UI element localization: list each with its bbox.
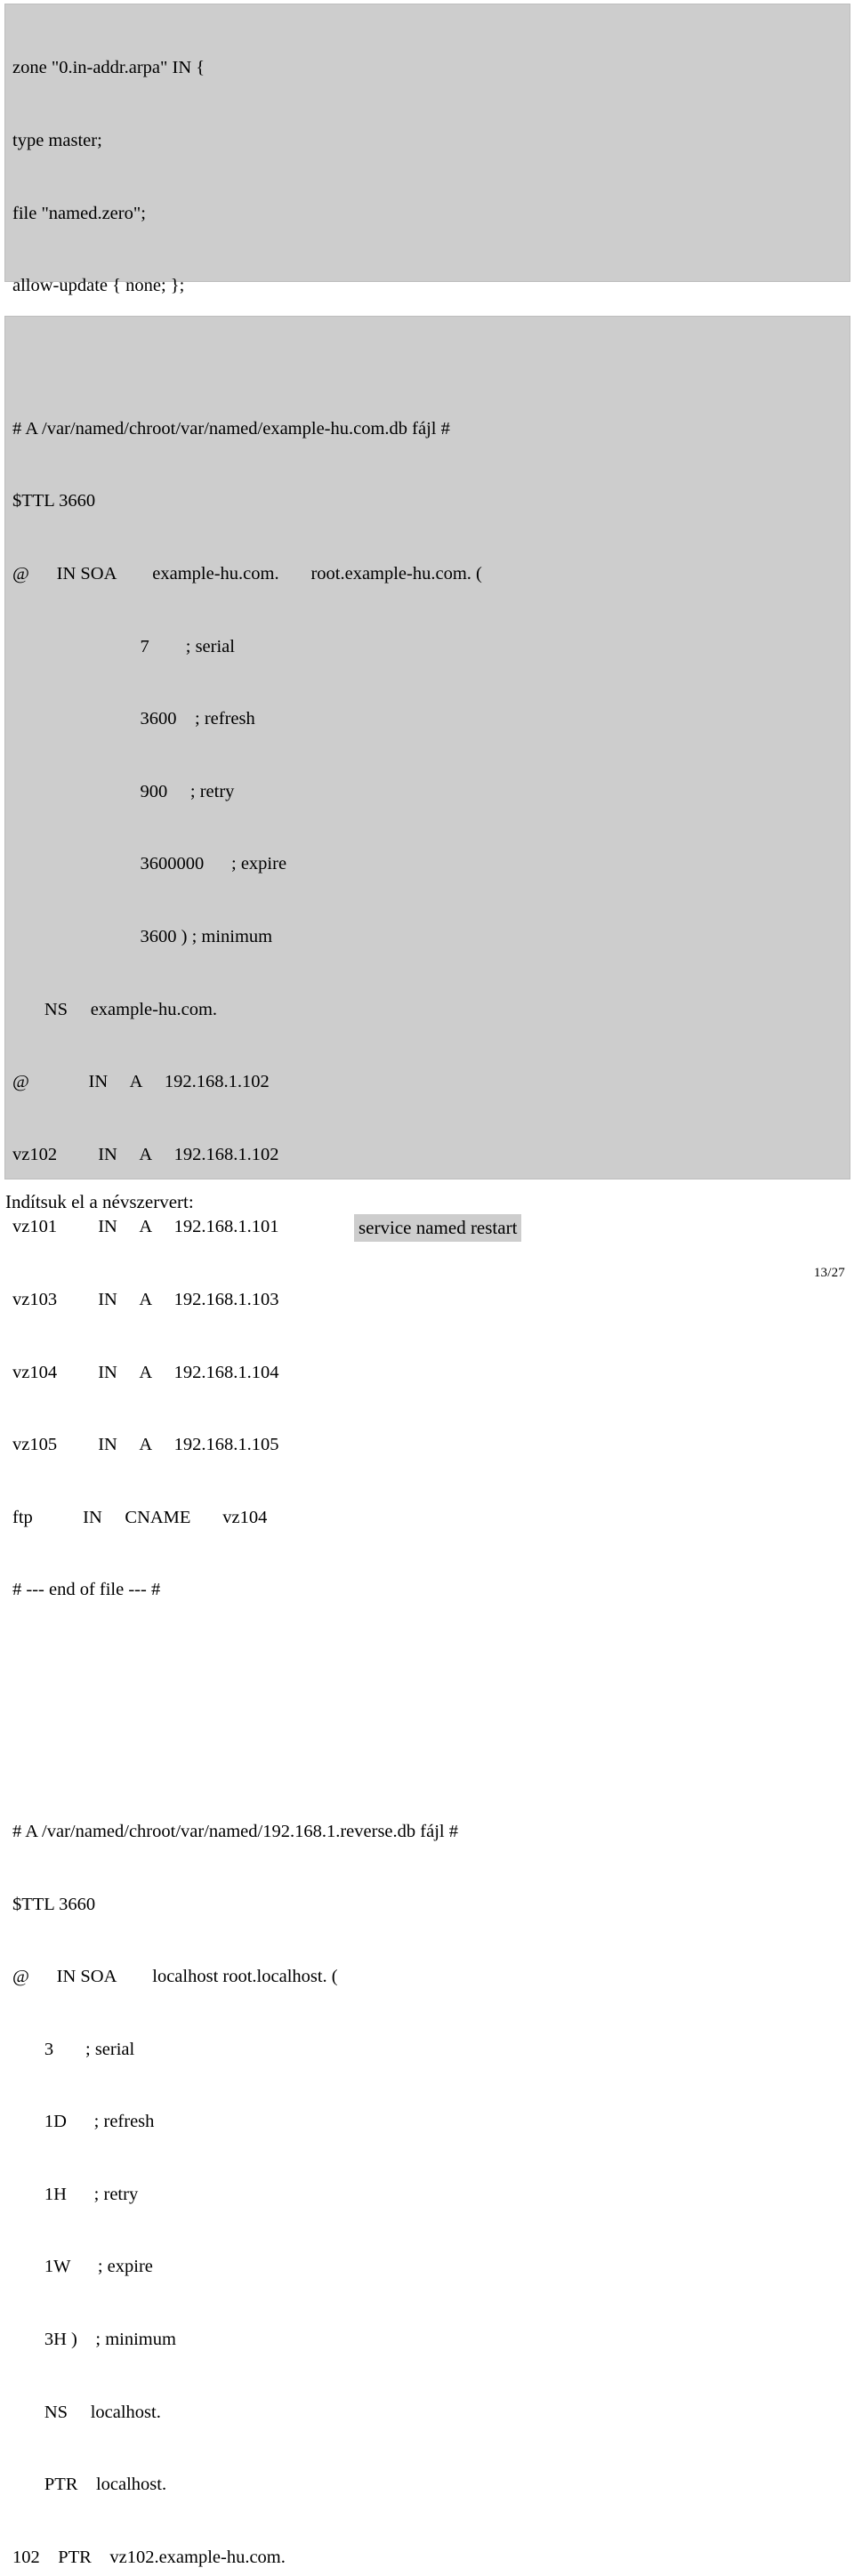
code-line: 102 PTR vz102.example-hu.com. [12,2547,286,2567]
code-line: 900 ; retry [12,781,235,801]
intro-paragraph: Indítsuk el a névszervert: [5,1191,194,1212]
code-line: ftp IN CNAME vz104 [12,1507,268,1527]
code-line: PTR localhost. [12,2475,167,2495]
code-line: NS example-hu.com. [12,999,218,1019]
command-snippet: service named restart [354,1214,522,1242]
code-line: 1W ; expire [12,2257,153,2277]
code-line: NS localhost. [12,2402,161,2422]
code-line: 3600 ; refresh [12,709,255,729]
code-line: @ IN SOA example-hu.com. root.example-hu… [12,564,482,584]
code-line: 1H ; retry [12,2184,139,2204]
code-line: 1D ; refresh [12,2112,155,2132]
code-line: file "named.zero"; [12,203,146,223]
code-line: 3600 ) ; minimum [12,926,273,946]
code-line: # --- end of file --- # [12,1580,161,1600]
code-line: 3600000 ; expire [12,854,287,874]
code-line: # A /var/named/chroot/var/named/example-… [12,418,450,439]
page-number: 13/27 [813,1266,845,1280]
code-line: vz103 IN A 192.168.1.103 [12,1289,279,1309]
code-line: 3H ) ; minimum [12,2330,176,2350]
code-block-separator [12,1675,850,1723]
code-block-zone-files: # A /var/named/chroot/var/named/example-… [4,316,850,2567]
code-line: allow-update { none; }; [12,276,185,296]
code-line: 7 ; serial [12,636,235,656]
code-line: # A /var/named/chroot/var/named/192.168.… [12,1821,458,1841]
code-line: @ IN A 192.168.1.102 [12,1072,270,1092]
code-line: vz104 IN A 192.168.1.104 [12,1362,279,1382]
code-line: type master; [12,131,102,150]
code-line: @ IN SOA localhost root.localhost. ( [12,1967,338,1987]
code-line: 3 ; serial [12,2039,135,2059]
code-line: vz105 IN A 192.168.1.105 [12,1435,279,1455]
code-line: $TTL 3660 [12,491,96,511]
code-line: vz102 IN A 192.168.1.102 [12,1144,279,1164]
code-line: $TTL 3660 [12,1894,96,1914]
code-block-named-conf: zone "0.in-addr.arpa" IN { type master; … [4,4,850,803]
code-line: zone "0.in-addr.arpa" IN { [12,58,205,78]
